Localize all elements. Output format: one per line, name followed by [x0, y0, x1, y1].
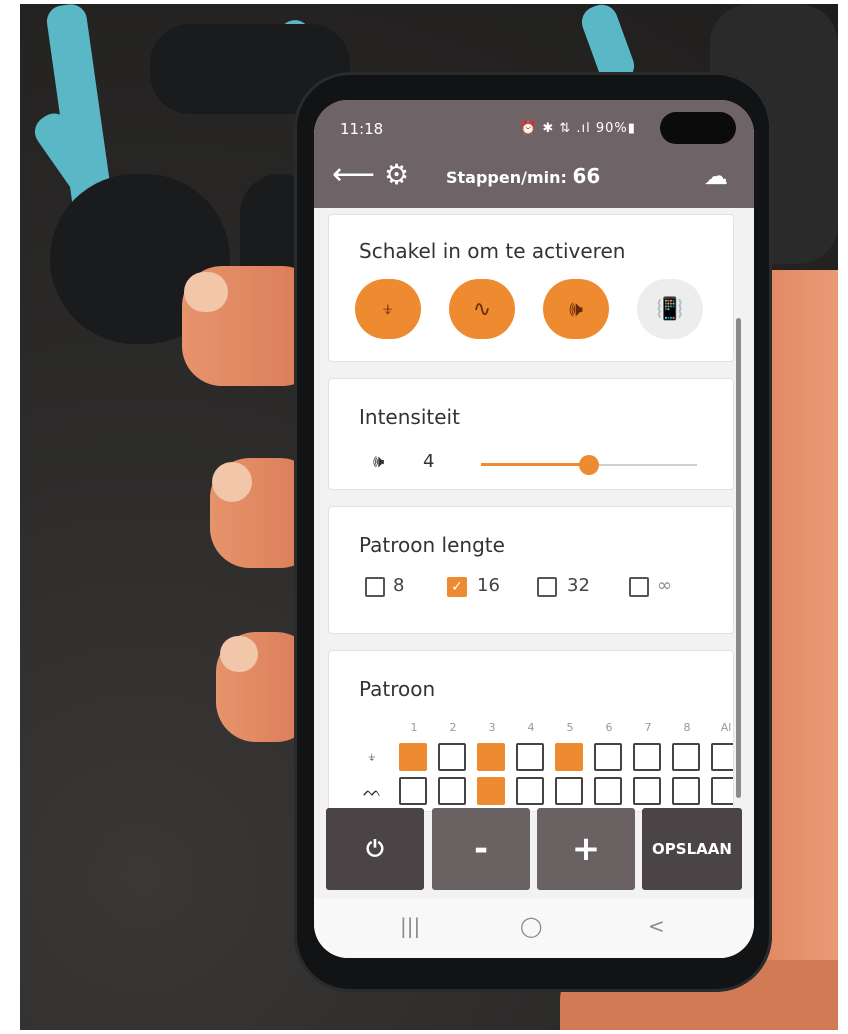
pattern-cell[interactable]: [711, 743, 733, 771]
sound-toggle-button[interactable]: 🕪: [543, 279, 609, 339]
fingernail: [220, 636, 258, 672]
pattern-cell[interactable]: [633, 777, 661, 805]
volume-icon: 🕪: [373, 451, 385, 472]
pattern-cell[interactable]: [399, 777, 427, 805]
pattern-column-header: 7: [644, 721, 652, 734]
pattern-cell[interactable]: [516, 743, 544, 771]
power-button[interactable]: ⏻: [326, 808, 424, 890]
pattern-column-header: 3: [488, 721, 496, 734]
length-16-checkbox[interactable]: ✓: [447, 577, 467, 597]
vibrate-icon: 📳: [656, 296, 684, 322]
vibrate-toggle-button[interactable]: 📳: [637, 279, 703, 339]
arrow-left-icon[interactable]: ⟵: [332, 160, 375, 190]
fingernail: [212, 462, 252, 502]
save-label: OPSLAAN: [652, 840, 732, 858]
activate-card: Schakel in om te activeren ⍖ ∿ 🕪 📳: [328, 214, 734, 362]
fingernail: [184, 272, 228, 312]
pattern-cell[interactable]: [594, 743, 622, 771]
length-32-label: 32: [567, 575, 590, 596]
length-infinite-checkbox[interactable]: [629, 577, 649, 597]
wave-toggle-button[interactable]: ∿: [449, 279, 515, 339]
impact-toggle-button[interactable]: ⍖: [355, 279, 421, 339]
pattern-cell[interactable]: [711, 777, 733, 805]
gear-icon[interactable]: ⚙: [384, 160, 409, 190]
pattern-column-header: 4: [527, 721, 535, 734]
pattern-title: Patroon: [359, 677, 436, 701]
length-8-label: 8: [393, 575, 405, 596]
power-icon: ⏻: [366, 836, 384, 862]
status-icons: ⏰ ✱ ⇅ .ıl 90%▮: [520, 121, 636, 136]
impact-row-icon: ⍖: [367, 747, 377, 766]
length-16-label: 16: [477, 575, 500, 596]
pattern-column-header: 6: [605, 721, 613, 734]
pattern-cell[interactable]: [672, 777, 700, 805]
cloud-icon[interactable]: ☁: [704, 162, 728, 190]
minus-label: -: [473, 829, 489, 869]
phone-screen: 11:18 ⏰ ✱ ⇅ .ıl 90%▮ ⟵ ⚙ Stappen/min: 66…: [314, 100, 754, 958]
length-32-checkbox[interactable]: [537, 577, 557, 597]
pattern-length-card: Patroon lengte 8 ✓ 16 32 ∞: [328, 506, 734, 634]
pattern-length-title: Patroon lengte: [359, 533, 505, 557]
minus-button[interactable]: -: [432, 808, 530, 890]
system-nav-bar: ||| ◯ <: [314, 898, 754, 958]
wave-row-icon: ᨓ: [363, 781, 383, 800]
activate-title: Schakel in om te activeren: [359, 239, 626, 263]
impact-icon: ⍖: [381, 296, 395, 322]
settings-content: Schakel in om te activeren ⍖ ∿ 🕪 📳 Inten…: [314, 208, 754, 812]
pattern-cell[interactable]: [399, 743, 427, 771]
pattern-cell[interactable]: [555, 743, 583, 771]
pattern-cell[interactable]: [516, 777, 544, 805]
intensity-slider-knob[interactable]: [579, 455, 599, 475]
pattern-column-header: 8: [683, 721, 691, 734]
pattern-cell[interactable]: [555, 777, 583, 805]
status-time: 11:18: [340, 120, 384, 138]
back-icon[interactable]: <: [648, 914, 665, 938]
pattern-cell[interactable]: [477, 743, 505, 771]
sound-icon: 🕪: [569, 296, 583, 322]
front-camera: [660, 112, 736, 144]
steps-per-minute: Stappen/min: 66: [446, 164, 600, 188]
pattern-cell[interactable]: [672, 743, 700, 771]
pattern-cell[interactable]: [438, 777, 466, 805]
steps-label: Stappen/min:: [446, 168, 567, 187]
pattern-column-header: 5: [566, 721, 574, 734]
intensity-slider-fill: [481, 463, 589, 466]
pattern-cell[interactable]: [594, 777, 622, 805]
length-infinite-label: ∞: [657, 575, 672, 596]
pattern-column-header: 1: [410, 721, 418, 734]
intensity-title: Intensiteit: [359, 405, 460, 429]
action-bar: ⏻ - + OPSLAAN: [326, 808, 742, 890]
scrollbar[interactable]: [736, 318, 741, 798]
steps-value: 66: [572, 164, 601, 188]
plus-label: +: [571, 829, 601, 869]
plus-button[interactable]: +: [537, 808, 635, 890]
intensity-value: 4: [423, 451, 435, 472]
pattern-cell[interactable]: [438, 743, 466, 771]
pattern-column-header: Al: [720, 721, 732, 734]
pattern-cell[interactable]: [477, 777, 505, 805]
home-icon[interactable]: ◯: [520, 914, 542, 938]
app-bar: ⟵ ⚙ Stappen/min: 66 ☁: [314, 152, 754, 208]
intensity-card: Intensiteit 🕪 4: [328, 378, 734, 490]
pattern-cell[interactable]: [633, 743, 661, 771]
pattern-column-header: 2: [449, 721, 457, 734]
pattern-card: Patroon ⍖ ᨓ 1 2 3 4 5 6 7 8 Al: [328, 650, 734, 812]
length-8-checkbox[interactable]: [365, 577, 385, 597]
save-button[interactable]: OPSLAAN: [642, 808, 742, 890]
recents-icon[interactable]: |||: [400, 914, 420, 938]
wave-icon: ∿: [472, 296, 492, 322]
